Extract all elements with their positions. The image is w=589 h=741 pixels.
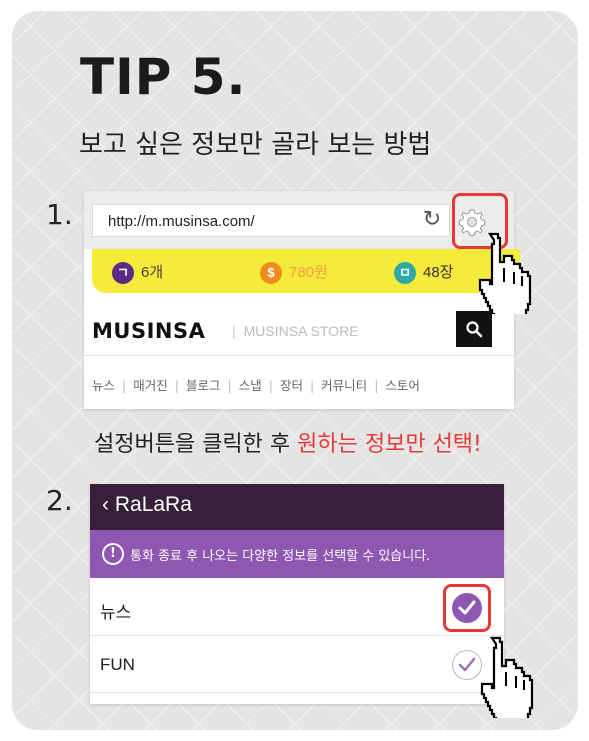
info-icon: !: [102, 543, 124, 565]
point-item: ㄱ 6개: [112, 261, 164, 285]
tip-subtitle: 보고 싶은 정보만 골라 보는 방법: [79, 130, 432, 160]
app-settings-screenshot: ‹ RaLaRa ! 통화 종료 후 나오는 다양한 정보를 선택할 수 있습니…: [90, 484, 504, 704]
notice-text: 통화 종료 후 나오는 다양한 정보를 선택할 수 있습니다.: [130, 549, 431, 564]
url-text: http://m.musinsa.com/: [108, 213, 255, 230]
nav-item-store[interactable]: 스토어: [385, 378, 420, 393]
browser-url-bar: http://m.musinsa.com/ ↻: [84, 191, 514, 249]
nav-item-news[interactable]: 뉴스: [92, 378, 115, 393]
list-item-label: 뉴스: [100, 603, 132, 622]
step-1-number: 1.: [46, 198, 73, 231]
divider: [84, 355, 514, 356]
chevron-left-icon: ‹: [102, 493, 109, 516]
points-bar: ㄱ 6개 $780원 ㅁ 48장: [92, 249, 520, 293]
search-icon: [466, 321, 483, 338]
point-value: 6개: [141, 264, 164, 281]
caption-text: 설정버튼을 클릭한 후: [94, 432, 298, 457]
notice-banner: ! 통화 종료 후 나오는 다양한 정보를 선택할 수 있습니다.: [90, 530, 504, 578]
coin-icon: $: [260, 262, 282, 285]
point-value: 48장: [423, 264, 454, 281]
list-item-label: FUN: [100, 655, 135, 674]
site-nav: 뉴스 | 매거진 | 블로그 | 스냅 | 장터 | 커뮤니티 | 스토어: [92, 378, 420, 393]
app-title: RaLaRa: [114, 493, 192, 516]
refresh-icon[interactable]: ↻: [419, 207, 445, 233]
nav-item-snap[interactable]: 스냅: [239, 378, 262, 393]
pointer-hand-icon: [480, 636, 534, 718]
app-header: ‹ RaLaRa: [90, 484, 504, 530]
point-item: $780원: [260, 261, 328, 285]
point-badge-icon: ㄱ: [112, 262, 134, 285]
checkbox-checked[interactable]: [452, 593, 482, 623]
check-icon: [458, 600, 476, 615]
point-value: 780원: [289, 264, 328, 281]
step-1-caption: 설정버튼을 클릭한 후 원하는 정보만 선택!: [94, 426, 482, 458]
nav-item-market[interactable]: 장터: [280, 378, 303, 393]
back-button[interactable]: ‹ RaLaRa: [102, 493, 192, 517]
step-2-number: 2.: [46, 484, 73, 517]
browser-screenshot: http://m.musinsa.com/ ↻ ㄱ 6개 $780원 ㅁ 48장 M…: [84, 191, 520, 409]
nav-item-community[interactable]: 커뮤니티: [321, 378, 367, 393]
search-button[interactable]: [456, 311, 492, 347]
point-item: ㅁ 48장: [394, 261, 454, 285]
tip-title: TIP 5.: [80, 48, 247, 106]
list-item[interactable]: FUN: [90, 637, 504, 693]
nav-item-blog[interactable]: 블로그: [186, 378, 221, 393]
caption-highlight: 원하는 정보만 선택!: [297, 432, 482, 457]
store-link[interactable]: MUSINSA STORE: [232, 323, 359, 339]
pointer-hand-icon: [478, 232, 532, 314]
coupon-icon: ㅁ: [394, 262, 416, 285]
list-item[interactable]: 뉴스: [90, 580, 504, 636]
site-logo[interactable]: MUSINSA: [92, 319, 205, 343]
nav-item-magazine[interactable]: 매거진: [133, 378, 168, 393]
